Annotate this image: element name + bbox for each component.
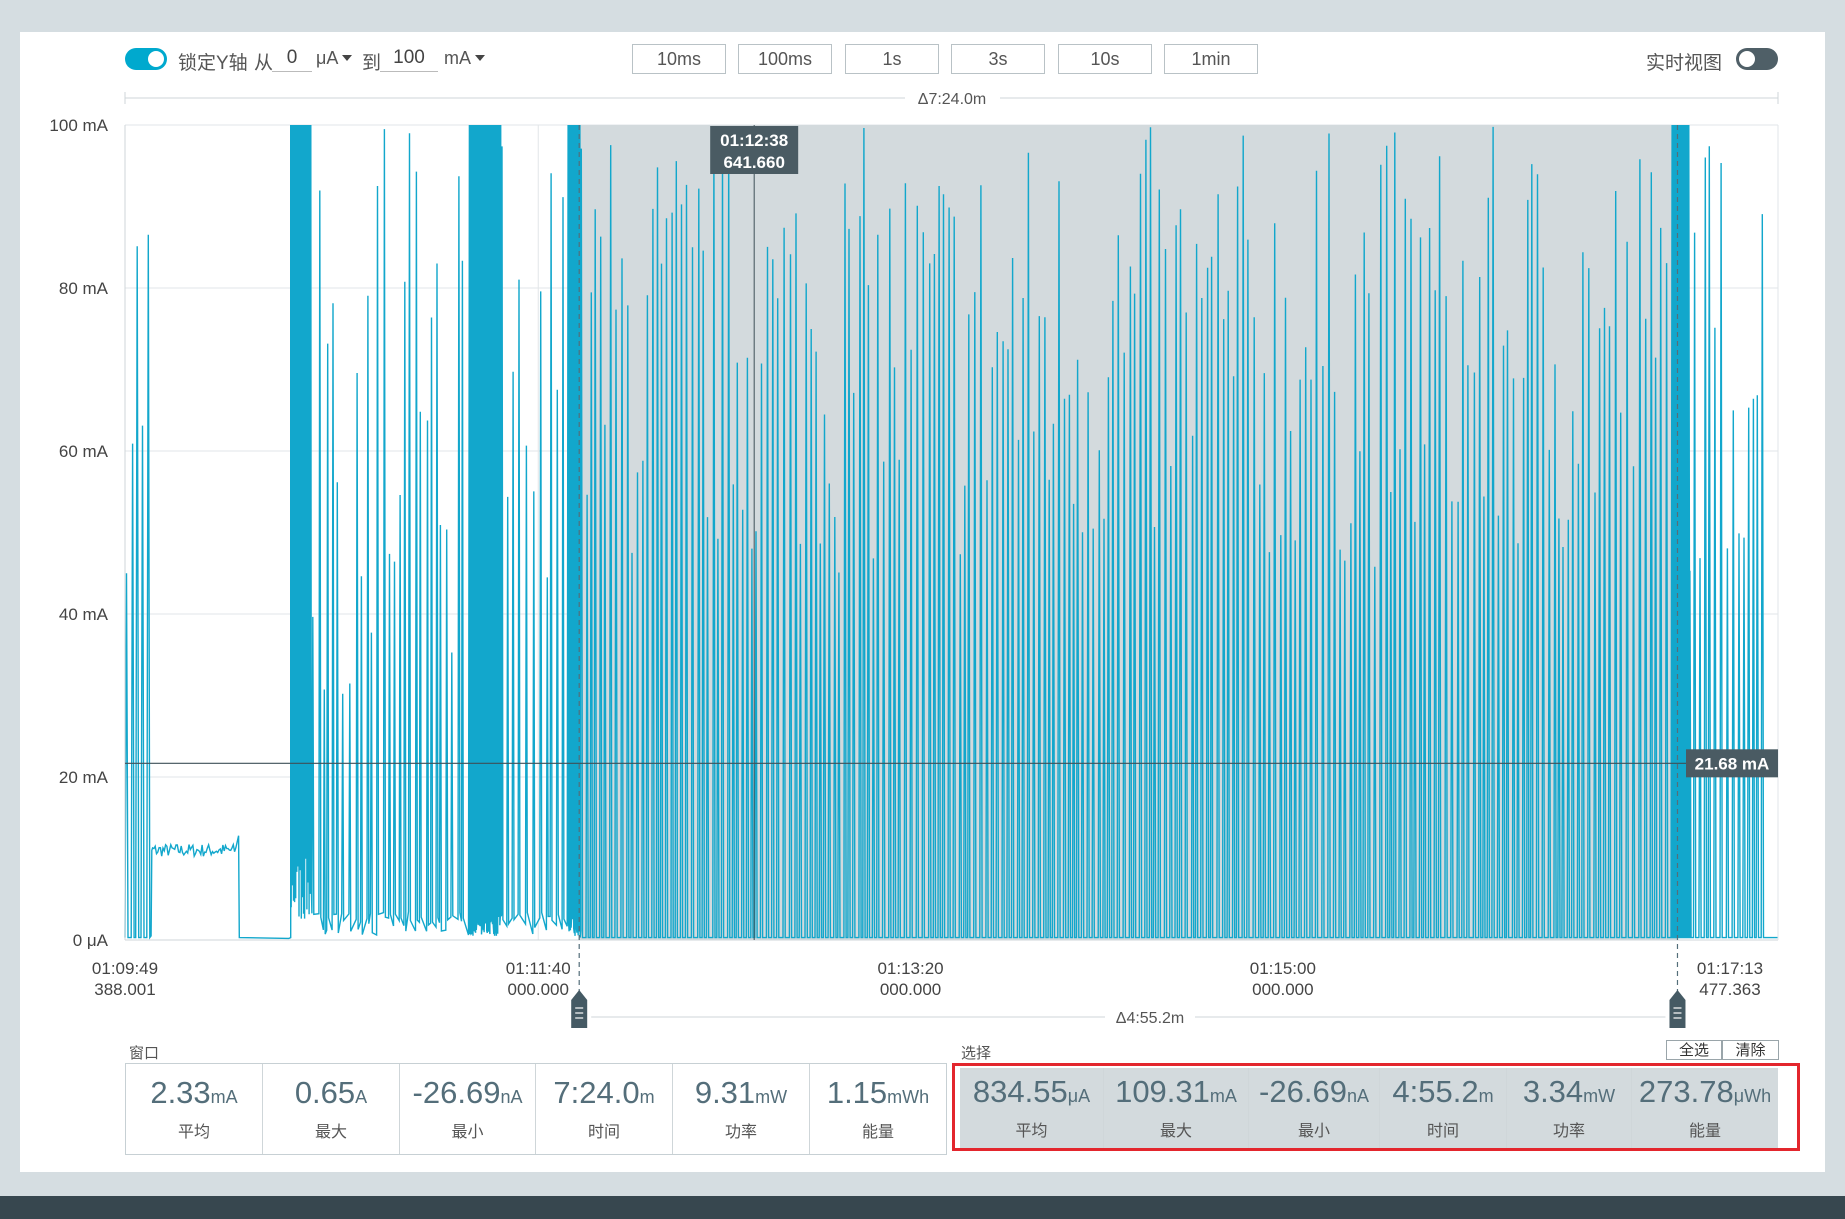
stat-unit: m — [639, 1087, 655, 1107]
stat-value: 9.31 — [694, 1075, 756, 1110]
stat-min: -26.69nA 最小 — [400, 1064, 536, 1154]
stat-value: 273.78 — [1638, 1074, 1734, 1109]
clear-selection-button[interactable]: 清除 — [1722, 1040, 1779, 1060]
x-tick-label: 01:17:13 — [1697, 959, 1763, 978]
stat-value-line: 9.31mW — [695, 1076, 787, 1114]
y-tick-label: 100 mA — [49, 116, 108, 135]
stat-label: 能量 — [1688, 1123, 1721, 1140]
selection-drag-handle[interactable] — [1669, 990, 1686, 1028]
stat-value: 2.33 — [150, 1075, 211, 1110]
stat-value-line: 3.34mW — [1523, 1075, 1615, 1113]
select-all-button[interactable]: 全选 — [1666, 1040, 1722, 1060]
y-tick-label: 60 mA — [59, 442, 109, 461]
x-tick-label: 01:15:00 — [1250, 959, 1316, 978]
stat-power: 3.34mW 功率 — [1507, 1068, 1632, 1148]
stat-unit: μA — [1067, 1086, 1091, 1106]
stat-unit: mW — [755, 1087, 788, 1107]
cursor-time-label: 01:12:38 — [720, 131, 788, 150]
stat-unit: mA — [210, 1087, 238, 1107]
stat-label: 最大 — [1159, 1123, 1192, 1140]
y-tick-label: 20 mA — [59, 768, 109, 787]
stat-min: -26.69nA 最小 — [1249, 1068, 1380, 1148]
stat-value-line: 7:24.0m — [553, 1076, 654, 1114]
stat-unit: A — [355, 1087, 368, 1107]
stat-value-line: 0.65A — [295, 1076, 367, 1114]
stat-unit: μWh — [1733, 1086, 1772, 1106]
x-tick-sublabel: 000.000 — [880, 980, 941, 999]
stat-average: 2.33mA 平均 — [126, 1064, 263, 1154]
x-tick-sublabel: 000.000 — [1252, 980, 1313, 999]
stat-unit: mW — [1583, 1086, 1616, 1106]
stat-label: 最大 — [314, 1124, 347, 1141]
stat-label: 最小 — [451, 1124, 484, 1141]
y-tick-label: 80 mA — [59, 279, 109, 298]
stat-label: 时间 — [1426, 1123, 1459, 1140]
stat-value-line: 273.78μWh — [1639, 1075, 1771, 1113]
selection-delta-label: Δ4:55.2m — [1116, 1010, 1185, 1027]
stat-value: 109.31 — [1115, 1074, 1210, 1109]
stat-label: 平均 — [1015, 1123, 1048, 1140]
stat-value: 7:24.0 — [553, 1075, 640, 1110]
stat-label: 能量 — [861, 1124, 894, 1141]
stat-unit: nA — [500, 1087, 523, 1107]
stat-value: 3.34 — [1522, 1074, 1584, 1109]
stat-time: 7:24.0m 时间 — [536, 1064, 673, 1154]
stat-value: -26.69 — [412, 1075, 501, 1110]
x-tick-sublabel: 388.001 — [94, 980, 155, 999]
stat-power: 9.31mW 功率 — [673, 1064, 810, 1154]
x-tick-sublabel: 477.363 — [1699, 980, 1760, 999]
x-tick-label: 01:11:40 — [506, 959, 571, 978]
x-tick-label: 01:09:49 — [92, 959, 158, 978]
stat-value: -26.69 — [1259, 1074, 1347, 1109]
stat-time: 4:55.2m 时间 — [1380, 1068, 1507, 1148]
stat-energy: 273.78μWh 能量 — [1632, 1068, 1778, 1148]
average-value-label: 21.68 mA — [1695, 754, 1770, 773]
stat-value-line: 2.33mA — [150, 1076, 237, 1114]
stat-unit: m — [1478, 1086, 1494, 1106]
stat-value-line: 109.31mA — [1115, 1075, 1237, 1113]
stat-value: 834.55 — [972, 1074, 1068, 1109]
stat-average: 834.55μA 平均 — [960, 1068, 1104, 1148]
stat-value: 4:55.2 — [1392, 1074, 1479, 1109]
x-tick-sublabel: 000.000 — [508, 980, 569, 999]
stat-label: 最小 — [1297, 1123, 1330, 1140]
stat-value-line: -26.69nA — [413, 1076, 523, 1114]
stat-label: 平均 — [177, 1124, 210, 1141]
status-bar — [0, 1196, 1845, 1219]
stat-value: 1.15 — [826, 1075, 888, 1110]
selection-drag-handle[interactable] — [571, 990, 588, 1028]
stat-unit: mWh — [887, 1087, 930, 1107]
stat-value-line: -26.69nA — [1259, 1075, 1369, 1113]
stat-label: 时间 — [587, 1124, 620, 1141]
stat-energy: 1.15mWh 能量 — [810, 1064, 946, 1154]
y-tick-label: 40 mA — [59, 605, 109, 624]
x-tick-label: 01:13:20 — [877, 959, 943, 978]
window-delta-label: Δ7:24.0m — [918, 91, 987, 108]
stat-unit: mA — [1209, 1086, 1237, 1106]
selection-stats-row: 834.55μA 平均 109.31mA 最大 -26.69nA 最小 4:55.2m 时间 3… — [960, 1068, 1778, 1148]
y-tick-label: 0 μA — [73, 931, 109, 950]
window-stats-row: 2.33mA 平均 0.65A 最大 -26.69nA 最小 7:24.0m 时间 9.31mW… — [125, 1063, 947, 1155]
stat-max: 0.65A 最大 — [263, 1064, 400, 1154]
selection-stats-title: 选择 — [961, 1045, 992, 1062]
stat-label: 功率 — [724, 1124, 757, 1141]
stat-value: 0.65 — [294, 1075, 356, 1110]
cursor-subtime-label: 641.660 — [723, 153, 784, 172]
stat-value-line: 834.55μA — [973, 1075, 1090, 1113]
window-stats-title: 窗口 — [129, 1045, 160, 1062]
stat-unit: nA — [1346, 1086, 1369, 1106]
stat-max: 109.31mA 最大 — [1104, 1068, 1249, 1148]
current-chart[interactable]: 100 mA 80 mA 60 mA 40 mA 20 mA 0 μA 01:09:49 38… — [0, 0, 1845, 1040]
stat-value-line: 1.15mWh — [827, 1076, 929, 1114]
stat-label: 功率 — [1552, 1123, 1585, 1140]
stat-value-line: 4:55.2m — [1392, 1075, 1493, 1113]
